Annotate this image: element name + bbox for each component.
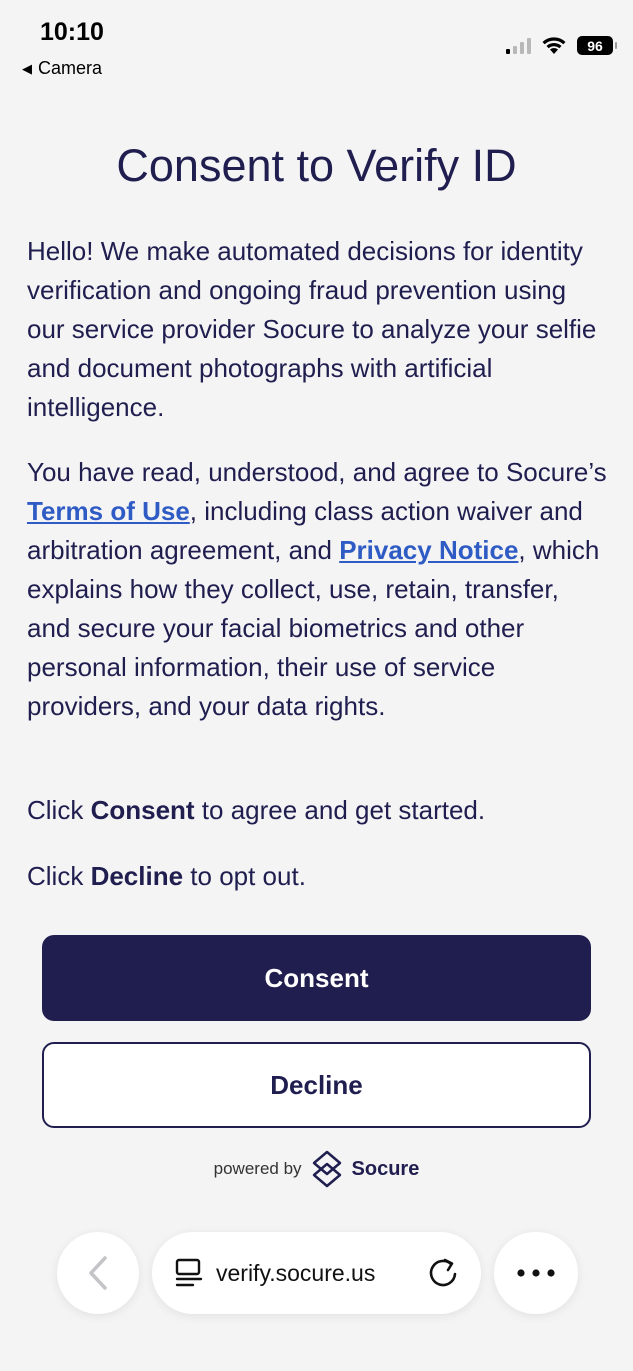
consent-button[interactable]: Consent [42, 935, 591, 1021]
agreement-text-1: You have read, understood, and agree to … [27, 457, 607, 487]
reload-icon[interactable] [427, 1256, 459, 1290]
intro-paragraph: Hello! We make automated decisions for i… [27, 236, 597, 422]
browser-back-button[interactable] [57, 1232, 139, 1314]
consent-instruction-prefix: Click [27, 795, 91, 825]
back-to-app-link[interactable]: ◀ Camera [22, 58, 102, 79]
battery-icon: 96 [577, 36, 617, 55]
cellular-signal-icon [506, 37, 531, 54]
decline-button[interactable]: Decline [42, 1042, 591, 1128]
powered-by-footer: powered by Socure [0, 1150, 633, 1188]
page: 10:10 ◀ Camera 96 Consent to Verify ID H… [0, 0, 633, 1371]
decline-instruction-bold: Decline [90, 861, 184, 891]
status-time: 10:10 [40, 18, 104, 46]
agreement-paragraph: You have read, understood, and agree to … [27, 453, 607, 726]
page-title: Consent to Verify ID [116, 140, 517, 191]
decline-instruction-prefix: Click [27, 861, 91, 891]
decline-instruction: Click Decline to opt out. [27, 857, 607, 896]
chevron-left-icon [89, 1256, 107, 1290]
socure-logo-icon [312, 1150, 341, 1188]
tabs-icon[interactable] [174, 1257, 204, 1289]
back-app-label: Camera [38, 58, 103, 78]
url-text[interactable]: verify.socure.us [216, 1260, 427, 1287]
more-icon [517, 1269, 555, 1277]
powered-by-label: powered by [213, 1159, 302, 1178]
wifi-icon [542, 37, 566, 54]
consent-instruction-suffix: to agree and get started. [194, 795, 486, 825]
privacy-notice-link[interactable]: Privacy Notice [339, 535, 518, 565]
status-icons: 96 [506, 36, 617, 55]
decline-instruction-suffix: to opt out. [183, 861, 306, 891]
more-options-button[interactable] [494, 1232, 578, 1314]
address-bar[interactable]: verify.socure.us [152, 1232, 481, 1314]
back-triangle-icon: ◀ [22, 60, 32, 76]
socure-brand-name: Socure [351, 1157, 420, 1180]
terms-of-use-link[interactable]: Terms of Use [27, 496, 190, 526]
consent-instruction: Click Consent to agree and get started. [27, 791, 607, 830]
consent-instruction-bold: Consent [90, 795, 195, 825]
